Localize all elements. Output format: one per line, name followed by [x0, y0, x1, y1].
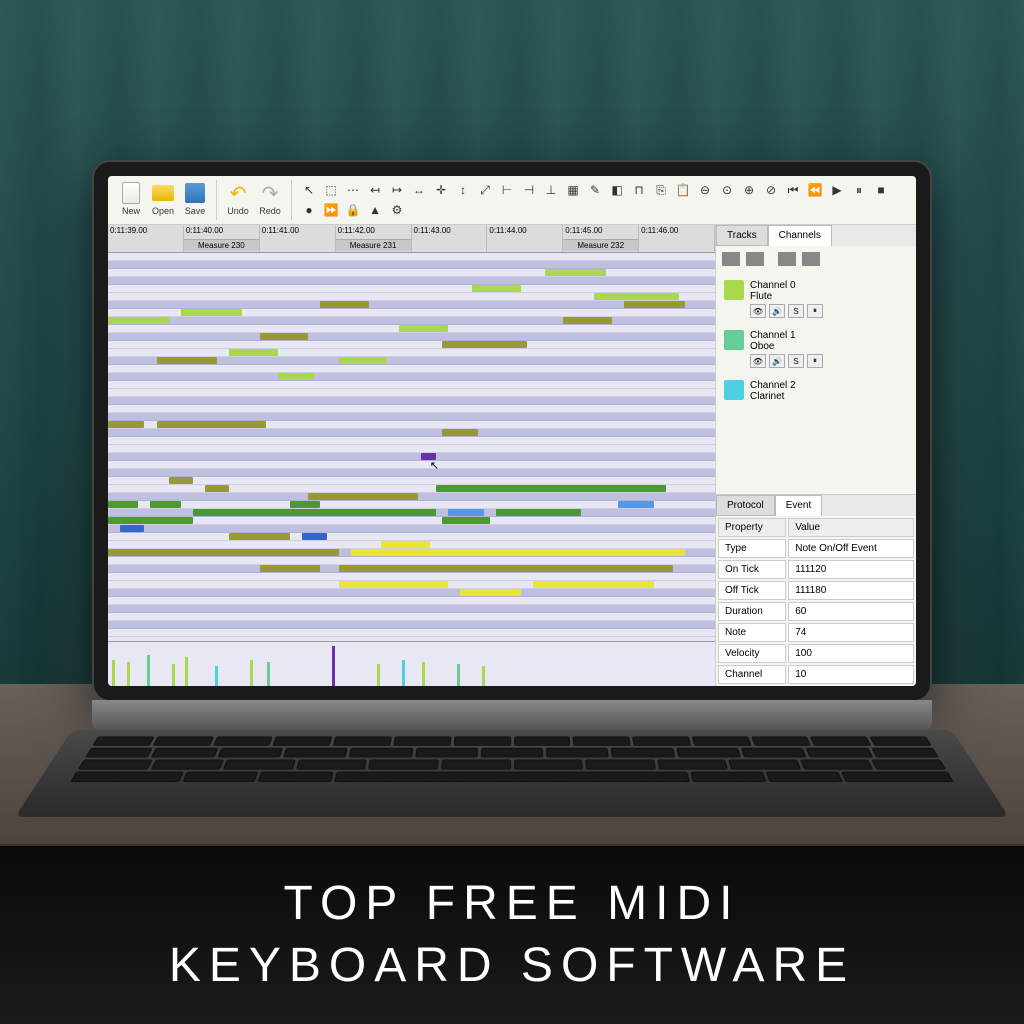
channel-icon-4[interactable]	[802, 252, 820, 266]
mute-icon[interactable]: ⏸	[807, 304, 823, 318]
tab-channels[interactable]: Channels	[768, 225, 832, 246]
screen-bezel: New Open Save Undo Redo ↖ ⬚ ⋯ ↤ ↦ ↔ ✛ ↕	[92, 160, 932, 702]
record-tool[interactable]: ●	[298, 200, 320, 220]
audio-icon[interactable]: 🔊	[769, 354, 785, 368]
move-right-tool[interactable]: ↦	[386, 180, 408, 200]
solo-button[interactable]: S	[788, 354, 804, 368]
select-tool[interactable]: ⬚	[320, 180, 342, 200]
audio-icon[interactable]: 🔊	[769, 304, 785, 318]
undo-button[interactable]: Undo	[223, 180, 253, 218]
align-center-tool[interactable]: ⊥	[540, 180, 562, 200]
tool-palette: ↖ ⬚ ⋯ ↤ ↦ ↔ ✛ ↕ ⤢ ⊢ ⊣ ⊥ ▦ ✎ ◧ ⊓ ⎘	[298, 180, 908, 220]
zoom-v-tool[interactable]: ⊘	[760, 180, 782, 200]
play-tool[interactable]: ▶	[826, 180, 848, 200]
grid-tool[interactable]: ▦	[562, 180, 584, 200]
align-right-tool[interactable]: ⊣	[518, 180, 540, 200]
timeline-ruler[interactable]: 0:11:39.00 0:11:40.00Measure 230 0:11:41…	[108, 225, 715, 253]
table-row: TypeNote On/Off Event	[718, 539, 914, 558]
draw-tool[interactable]: ⋯	[342, 180, 364, 200]
side-panel: Tracks Channels	[716, 225, 916, 686]
stop-tool[interactable]: ■	[870, 180, 892, 200]
vmove-tool[interactable]: ↕	[452, 180, 474, 200]
tab-tracks[interactable]: Tracks	[716, 225, 768, 246]
caption-line-2: KEYBOARD SOFTWARE	[169, 935, 855, 997]
lock-tool[interactable]: 🔒	[342, 200, 364, 220]
pause-tool[interactable]: ⏸	[848, 180, 870, 200]
undo-icon	[227, 182, 249, 204]
table-row: Velocity100	[718, 644, 914, 663]
new-button[interactable]: New	[116, 180, 146, 218]
zoom-in-tool[interactable]: ⊕	[738, 180, 760, 200]
channel-icon-1[interactable]	[722, 252, 740, 266]
piano-roll[interactable]: ↖	[108, 253, 715, 641]
table-row: Off Tick111180	[718, 581, 914, 600]
tab-protocol[interactable]: Protocol	[716, 495, 775, 516]
rewind-tool[interactable]: ⏮	[782, 180, 804, 200]
event-panel: Protocol Event PropertyValue TypeNote On…	[716, 494, 916, 686]
channel-0[interactable]: Channel 0 Flute 👁 🔊 S ⏸	[720, 276, 912, 322]
channel-icon-2[interactable]	[746, 252, 764, 266]
channel-icon-3[interactable]	[778, 252, 796, 266]
move-left-tool[interactable]: ↤	[364, 180, 386, 200]
redo-button[interactable]: Redo	[255, 180, 285, 218]
move-tool[interactable]: ↔	[408, 180, 430, 200]
laptop-keyboard	[15, 730, 1009, 817]
folder-icon	[152, 185, 174, 201]
channel-color-swatch	[724, 280, 744, 300]
save-icon	[185, 183, 205, 203]
editor-main: 0:11:39.00 0:11:40.00Measure 230 0:11:41…	[108, 225, 716, 686]
caption-banner: TOP FREE MIDI KEYBOARD SOFTWARE	[0, 844, 1024, 1024]
save-button[interactable]: Save	[180, 180, 210, 218]
channel-1[interactable]: Channel 1 Oboe 👁 🔊 S ⏸	[720, 326, 912, 372]
table-row: Note74	[718, 623, 914, 642]
visible-icon[interactable]: 👁	[750, 354, 766, 368]
zoom-fit-tool[interactable]: ⊙	[716, 180, 738, 200]
settings-tool[interactable]: ⚙	[386, 200, 408, 220]
redo-icon	[259, 182, 281, 204]
resize-tool[interactable]: ⤢	[474, 180, 496, 200]
laptop: New Open Save Undo Redo ↖ ⬚ ⋯ ↤ ↦ ↔ ✛ ↕	[92, 160, 932, 850]
magnet-tool[interactable]: ⊓	[628, 180, 650, 200]
mute-icon[interactable]: ⏸	[807, 354, 823, 368]
caption-line-1: TOP FREE MIDI	[169, 873, 855, 935]
pointer-tool[interactable]: ↖	[298, 180, 320, 200]
new-file-icon	[122, 182, 140, 204]
channel-2[interactable]: Channel 2 Clarinet	[720, 376, 912, 406]
app-screen: New Open Save Undo Redo ↖ ⬚ ⋯ ↤ ↦ ↔ ✛ ↕	[108, 176, 916, 686]
channel-list: Channel 0 Flute 👁 🔊 S ⏸	[716, 272, 916, 494]
visible-icon[interactable]: 👁	[750, 304, 766, 318]
table-row: Duration60	[718, 602, 914, 621]
toolbar: New Open Save Undo Redo ↖ ⬚ ⋯ ↤ ↦ ↔ ✛ ↕	[108, 176, 916, 225]
solo-button[interactable]: S	[788, 304, 804, 318]
align-left-tool[interactable]: ⊢	[496, 180, 518, 200]
copy-tool[interactable]: ⎘	[650, 180, 672, 200]
crosshair-tool[interactable]: ✛	[430, 180, 452, 200]
forward-tool[interactable]: ⏩	[320, 200, 342, 220]
paste-tool[interactable]: 📋	[672, 180, 694, 200]
velocity-lane[interactable]	[108, 641, 715, 686]
metronome-tool[interactable]: ▲	[364, 200, 386, 220]
channel-color-swatch	[724, 330, 744, 350]
pencil-tool[interactable]: ✎	[584, 180, 606, 200]
back-tool[interactable]: ⏪	[804, 180, 826, 200]
open-button[interactable]: Open	[148, 180, 178, 218]
cursor-icon: ↖	[430, 459, 439, 472]
eraser-tool[interactable]: ◧	[606, 180, 628, 200]
table-row: On Tick111120	[718, 560, 914, 579]
channel-color-swatch	[724, 380, 744, 400]
tab-event[interactable]: Event	[775, 495, 823, 516]
table-row: Channel10	[718, 665, 914, 684]
zoom-out-tool[interactable]: ⊖	[694, 180, 716, 200]
event-properties-table: PropertyValue TypeNote On/Off Event On T…	[716, 516, 916, 686]
